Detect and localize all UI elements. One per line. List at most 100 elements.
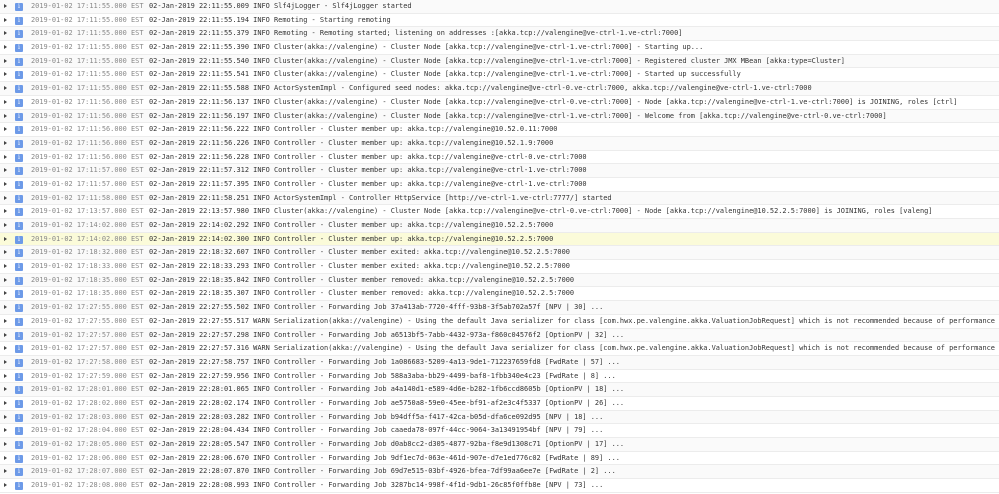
log-row[interactable]: i 2019-01-02 17:13:57.000 EST 02-Jan-2019 … [0, 205, 999, 219]
expand-arrow-icon[interactable] [4, 72, 7, 77]
log-row[interactable]: i 2019-01-02 17:11:55.000 EST 02-Jan-2019 … [0, 14, 999, 28]
expand-arrow-icon[interactable] [4, 373, 7, 378]
log-message: 02-Jan-2019 22:11:55.541 INFO Cluster(ak… [149, 70, 741, 79]
log-row[interactable]: i 2019-01-02 17:11:58.000 EST 02-Jan-2019 … [0, 191, 999, 206]
log-timestamp: 2019-01-02 17:11:55.000 EST [31, 29, 144, 38]
log-row[interactable]: i 2019-01-02 17:27:55.000 EST 02-Jan-2019 … [0, 301, 999, 315]
log-row[interactable]: i 2019-01-02 17:11:55.000 EST 02-Jan-2019 … [0, 0, 999, 14]
expand-arrow-icon[interactable] [4, 483, 7, 488]
log-message: 02-Jan-2019 22:14:02.300 INFO Controller… [149, 234, 554, 243]
log-timestamp: 2019-01-02 17:28:07.000 EST [31, 467, 144, 476]
expand-arrow-icon[interactable] [4, 113, 7, 118]
log-row[interactable]: i 2019-01-02 17:27:59.000 EST 02-Jan-2019 … [0, 370, 999, 384]
expand-arrow-icon[interactable] [4, 400, 7, 405]
log-message: 02-Jan-2019 22:28:03.282 INFO Controller… [149, 412, 604, 421]
log-timestamp: 2019-01-02 17:28:06.000 EST [31, 453, 144, 462]
expand-arrow-icon[interactable] [4, 236, 7, 241]
expand-arrow-icon[interactable] [4, 469, 7, 474]
expand-arrow-icon[interactable] [4, 181, 7, 186]
expand-arrow-icon[interactable] [4, 455, 7, 460]
log-timestamp: 2019-01-02 17:11:55.000 EST [31, 2, 144, 10]
expand-arrow-icon[interactable] [4, 277, 7, 282]
log-message: 02-Jan-2019 22:11:55.009 INFO Slf4jLogge… [149, 2, 412, 10]
expand-arrow-icon[interactable] [4, 387, 7, 392]
log-row[interactable]: i 2019-01-02 17:14:02.000 EST 02-Jan-2019 … [0, 219, 999, 233]
log-row[interactable]: i 2019-01-02 17:11:56.000 EST 02-Jan-2019 … [0, 109, 999, 124]
info-icon: i [15, 167, 23, 176]
log-row[interactable]: i 2019-01-02 17:11:57.000 EST 02-Jan-2019 … [0, 164, 999, 178]
info-icon: i [15, 290, 23, 299]
log-row[interactable]: i 2019-01-02 17:28:04.000 EST 02-Jan-2019 … [0, 424, 999, 438]
expand-arrow-icon[interactable] [4, 195, 7, 200]
log-row[interactable]: i 2019-01-02 17:28:06.000 EST 02-Jan-2019 … [0, 452, 999, 466]
expand-arrow-icon[interactable] [4, 58, 7, 63]
log-row[interactable]: i 2019-01-02 17:27:57.000 EST 02-Jan-2019 … [0, 342, 999, 356]
log-timestamp: 2019-01-02 17:18:35.000 EST [31, 289, 144, 298]
expand-arrow-icon[interactable] [4, 414, 7, 419]
expand-arrow-icon[interactable] [4, 332, 7, 337]
log-timestamp: 2019-01-02 17:13:57.000 EST [31, 207, 144, 216]
expand-arrow-icon[interactable] [4, 4, 7, 8]
expand-arrow-icon[interactable] [4, 127, 7, 132]
expand-arrow-icon[interactable] [4, 264, 7, 269]
expand-arrow-icon[interactable] [4, 305, 7, 310]
expand-arrow-icon[interactable] [4, 86, 7, 91]
log-row[interactable]: i 2019-01-02 17:11:55.000 EST 02-Jan-2019 … [0, 54, 999, 69]
log-message: 02-Jan-2019 22:11:56.226 INFO Controller… [149, 138, 554, 147]
info-icon: i [15, 399, 23, 408]
info-icon: i [15, 482, 23, 491]
log-timestamp: 2019-01-02 17:14:02.000 EST [31, 221, 144, 229]
expand-arrow-icon[interactable] [4, 442, 7, 446]
expand-arrow-icon[interactable] [4, 209, 7, 214]
log-message: 02-Jan-2019 22:11:57.312 INFO Controller… [149, 166, 587, 175]
log-message: 02-Jan-2019 22:27:59.956 INFO Controller… [149, 371, 616, 380]
expand-arrow-icon[interactable] [4, 346, 7, 351]
expand-arrow-icon[interactable] [4, 168, 7, 173]
log-row[interactable]: i 2019-01-02 17:28:08.000 EST 02-Jan-2019 … [0, 479, 999, 493]
log-row[interactable]: i 2019-01-02 17:28:01.000 EST 02-Jan-2019 … [0, 383, 999, 397]
info-icon: i [15, 112, 23, 121]
log-row[interactable]: i 2019-01-02 17:18:32.000 EST 02-Jan-2019 … [0, 246, 999, 261]
expand-arrow-icon[interactable] [4, 223, 7, 227]
log-row[interactable]: i 2019-01-02 17:18:35.000 EST 02-Jan-2019 … [0, 273, 999, 288]
log-row[interactable]: i 2019-01-02 17:11:57.000 EST 02-Jan-2019 … [0, 178, 999, 192]
log-row[interactable]: i 2019-01-02 17:28:07.000 EST 02-Jan-2019 … [0, 465, 999, 480]
expand-arrow-icon[interactable] [4, 291, 7, 296]
expand-arrow-icon[interactable] [4, 154, 7, 159]
log-row[interactable]: i 2019-01-02 17:11:56.000 EST 02-Jan-2019 … [0, 136, 999, 151]
expand-arrow-icon[interactable] [4, 45, 7, 50]
log-row[interactable]: i 2019-01-02 17:11:55.000 EST 02-Jan-2019 … [0, 27, 999, 42]
log-row[interactable]: i 2019-01-02 17:27:57.000 EST 02-Jan-2019 … [0, 328, 999, 343]
expand-arrow-icon[interactable] [4, 140, 7, 145]
expand-arrow-icon[interactable] [4, 250, 7, 255]
info-icon: i [15, 468, 23, 477]
log-row[interactable]: i 2019-01-02 17:14:02.000 EST 02-Jan-2019 … [0, 232, 999, 247]
log-row[interactable]: i 2019-01-02 17:28:05.000 EST 02-Jan-2019 … [0, 438, 999, 452]
log-row[interactable]: i 2019-01-02 17:11:55.000 EST 02-Jan-2019 … [0, 68, 999, 83]
log-timestamp: 2019-01-02 17:11:55.000 EST [31, 56, 144, 65]
expand-arrow-icon[interactable] [4, 359, 7, 364]
log-row[interactable]: i 2019-01-02 17:18:35.000 EST 02-Jan-2019 … [0, 287, 999, 302]
expand-arrow-icon[interactable] [4, 31, 7, 36]
log-message: 02-Jan-2019 22:28:06.670 INFO Controller… [149, 453, 620, 462]
log-row[interactable]: i 2019-01-02 17:11:56.000 EST 02-Jan-2019 … [0, 151, 999, 165]
log-row[interactable]: i 2019-01-02 17:11:56.000 EST 02-Jan-2019 … [0, 123, 999, 137]
log-message: 02-Jan-2019 22:11:56.228 INFO Controller… [149, 152, 587, 161]
log-message: 02-Jan-2019 22:18:32.607 INFO Controller… [149, 248, 570, 257]
log-timestamp: 2019-01-02 17:27:55.000 EST [31, 316, 144, 325]
log-row[interactable]: i 2019-01-02 17:11:55.000 EST 02-Jan-2019 … [0, 41, 999, 55]
log-row[interactable]: i 2019-01-02 17:27:58.000 EST 02-Jan-2019 … [0, 355, 999, 370]
expand-arrow-icon[interactable] [4, 318, 7, 323]
log-row[interactable]: i 2019-01-02 17:11:56.000 EST 02-Jan-2019 … [0, 96, 999, 110]
log-timestamp: 2019-01-02 17:28:04.000 EST [31, 426, 144, 435]
log-row[interactable]: i 2019-01-02 17:28:02.000 EST 02-Jan-2019 … [0, 397, 999, 411]
expand-arrow-icon[interactable] [4, 99, 7, 104]
log-message: 02-Jan-2019 22:11:55.379 INFO Remoting -… [149, 29, 683, 38]
log-row[interactable]: i 2019-01-02 17:27:55.000 EST 02-Jan-2019 … [0, 315, 999, 329]
log-row[interactable]: i 2019-01-02 17:11:55.000 EST 02-Jan-2019 … [0, 82, 999, 96]
log-timestamp: 2019-01-02 17:11:56.000 EST [31, 97, 144, 106]
expand-arrow-icon[interactable] [4, 428, 7, 433]
log-row[interactable]: i 2019-01-02 17:18:33.000 EST 02-Jan-2019 … [0, 260, 999, 274]
expand-arrow-icon[interactable] [4, 17, 7, 22]
log-row[interactable]: i 2019-01-02 17:28:03.000 EST 02-Jan-2019 … [0, 410, 999, 425]
